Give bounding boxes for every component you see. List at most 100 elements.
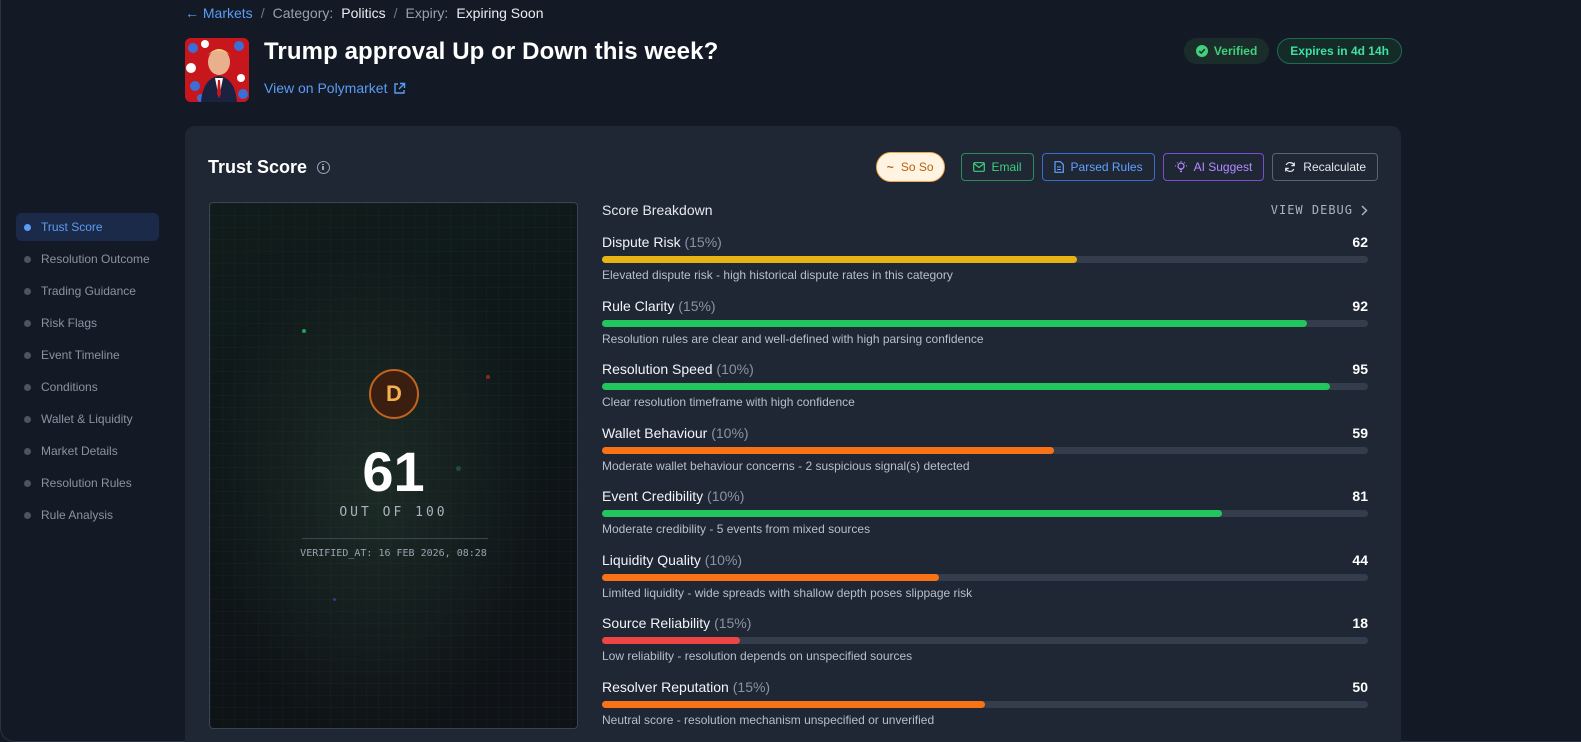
factor-description: Moderate credibility - 5 events from mix… — [602, 522, 871, 536]
factor-description: Neutral score - resolution mechanism uns… — [602, 712, 935, 727]
verified-at-timestamp: VERIFIED_AT: 16 FEB 2026, 08:28 — [300, 548, 487, 559]
factor-label: Rule Clarity — [602, 297, 675, 314]
expires-badge: Expires in 4d 14h — [1277, 38, 1402, 64]
trust-score-heading: Trust Score — [208, 157, 331, 178]
tilde-icon: ~ — [886, 160, 894, 174]
nav-dot-icon — [24, 223, 31, 231]
ai-suggest-button[interactable]: AI Suggest — [1162, 153, 1265, 181]
sidebar-item-wallet-liquidity[interactable]: Wallet & Liquidity — [16, 405, 159, 433]
nav-dot-icon — [24, 351, 31, 359]
nav-dot-icon — [24, 479, 31, 487]
sidebar-item-resolution-rules[interactable]: Resolution Rules — [16, 469, 159, 497]
factor-label: Source Reliability — [602, 615, 711, 631]
factor-bar-track — [602, 637, 1368, 644]
factor-weight: (10%) — [704, 551, 743, 568]
nav-dot-icon — [24, 383, 31, 391]
factor-description: Limited liquidity - wide spreads with sh… — [602, 585, 973, 600]
factor-bar-fill — [602, 319, 1307, 327]
factor-bar-track — [602, 446, 1368, 454]
breadcrumb: ← Markets / Category: Politics / Expiry:… — [185, 4, 544, 22]
factor-bar-track — [602, 573, 1368, 581]
sidebar-item-trust-score[interactable]: Trust Score — [16, 213, 159, 241]
factor-description: Resolution rules are clear and well-defi… — [602, 331, 984, 346]
factor-score: 50 — [1352, 678, 1368, 695]
breakdown-title: Score Breakdown — [602, 202, 713, 218]
sidebar-item-label: Resolution Outcome — [41, 252, 150, 266]
factor-score: 62 — [1352, 234, 1368, 250]
verified-label: Verified — [1213, 44, 1258, 58]
score-divider — [302, 538, 488, 539]
spark-dot — [333, 598, 336, 601]
back-to-markets-link[interactable]: ← Markets — [185, 5, 253, 21]
factor-score: 44 — [1352, 551, 1368, 568]
sidebar-item-trading-guidance[interactable]: Trading Guidance — [16, 277, 159, 305]
category-value[interactable]: Politics — [341, 5, 385, 21]
factor-description: Elevated dispute risk - high historical … — [602, 268, 953, 282]
factor-label: Event Credibility — [602, 488, 704, 504]
sidebar-item-label: Conditions — [41, 380, 98, 394]
verified-badge: Verified — [1183, 38, 1270, 64]
info-icon[interactable] — [317, 161, 331, 174]
factor-name: Rule Clarity (15%) — [602, 298, 716, 314]
lightbulb-icon — [1174, 161, 1187, 173]
check-circle-icon — [1195, 45, 1208, 57]
section-nav: Trust Score Resolution Outcome Trading Gui… — [16, 213, 159, 533]
breakdown-row: Rule Clarity (15%) 92 Resolution rules are… — [602, 290, 1368, 354]
nav-dot-icon — [24, 319, 31, 327]
sidebar-item-label: Market Details — [41, 444, 118, 458]
factor-weight: (10%) — [711, 424, 749, 441]
sidebar-item-conditions[interactable]: Conditions — [16, 373, 159, 401]
ai-suggest-label: AI Suggest — [1193, 160, 1253, 174]
nav-dot-icon — [24, 447, 31, 455]
recalculate-button[interactable]: Recalculate — [1272, 153, 1378, 181]
parsed-rules-label: Parsed Rules — [1070, 160, 1143, 174]
factor-bar-track — [602, 383, 1368, 390]
factor-bar-track — [602, 256, 1368, 263]
chevron-right-icon — [1361, 204, 1368, 216]
breakdown-rows: Dispute Risk (15%) 62 Elevated dispute ris… — [602, 226, 1368, 734]
trust-score-card: Trust Score ~ So So Email Parsed Rules A… — [185, 126, 1401, 742]
breakdown-header: Score Breakdown VIEW DEBUG — [602, 202, 1368, 218]
factor-name: Resolution Speed (10%) — [602, 361, 754, 377]
sidebar-item-label: Rule Analysis — [41, 508, 114, 522]
breakdown-row: Wallet Behaviour (10%) 59 Moderate wallet … — [602, 417, 1368, 481]
expiry-value[interactable]: Expiring Soon — [456, 5, 543, 21]
sidebar-item-rule-analysis[interactable]: Rule Analysis — [16, 501, 159, 529]
sidebar-item-market-details[interactable]: Market Details — [16, 437, 159, 465]
trust-score-value: 61 — [362, 440, 425, 503]
factor-description: Low reliability - resolution depends on … — [602, 649, 913, 663]
spark-dot — [302, 329, 306, 333]
factor-bar-fill — [602, 383, 1330, 390]
factor-bar-fill — [602, 256, 1077, 263]
external-link-icon — [394, 82, 406, 94]
sidebar-item-label: Trading Guidance — [41, 284, 136, 298]
factor-bar-fill — [602, 637, 740, 644]
factor-label: Liquidity Quality — [602, 551, 701, 568]
sidebar-item-event-timeline[interactable]: Event Timeline — [16, 341, 159, 369]
factor-score: 18 — [1352, 615, 1368, 631]
email-label: Email — [991, 160, 1022, 174]
factor-bar-track — [602, 510, 1368, 517]
sidebar-item-label: Trust Score — [41, 220, 103, 234]
sidebar-item-risk-flags[interactable]: Risk Flags — [16, 309, 159, 337]
expires-label: Expires in 4d 14h — [1290, 44, 1389, 58]
parsed-rules-button[interactable]: Parsed Rules — [1041, 153, 1155, 181]
breakdown-row: Liquidity Quality (10%) 44 Limited liquidi… — [602, 544, 1368, 608]
breadcrumb-separator: / — [260, 5, 265, 21]
rating-pill: ~ So So — [875, 152, 945, 182]
factor-weight: (15%) — [732, 678, 771, 695]
market-thumbnail — [185, 38, 249, 102]
card-actions: ~ So So Email Parsed Rules AI Suggest Re… — [875, 152, 1378, 182]
factor-score: 92 — [1352, 297, 1368, 314]
out-of-label: OUT OF 100 — [339, 505, 448, 520]
sidebar-item-resolution-outcome[interactable]: Resolution Outcome — [16, 245, 159, 273]
view-debug-link[interactable]: VIEW DEBUG — [1271, 203, 1368, 217]
sidebar-item-label: Event Timeline — [41, 348, 120, 362]
view-on-polymarket-link[interactable]: View on Polymarket — [264, 80, 406, 96]
factor-score: 95 — [1352, 361, 1368, 377]
factor-weight: (15%) — [684, 234, 722, 250]
factor-weight: (15%) — [714, 615, 752, 631]
view-debug-label: VIEW DEBUG — [1270, 203, 1353, 217]
factor-name: Dispute Risk (15%) — [602, 234, 722, 250]
email-button[interactable]: Email — [960, 153, 1034, 181]
